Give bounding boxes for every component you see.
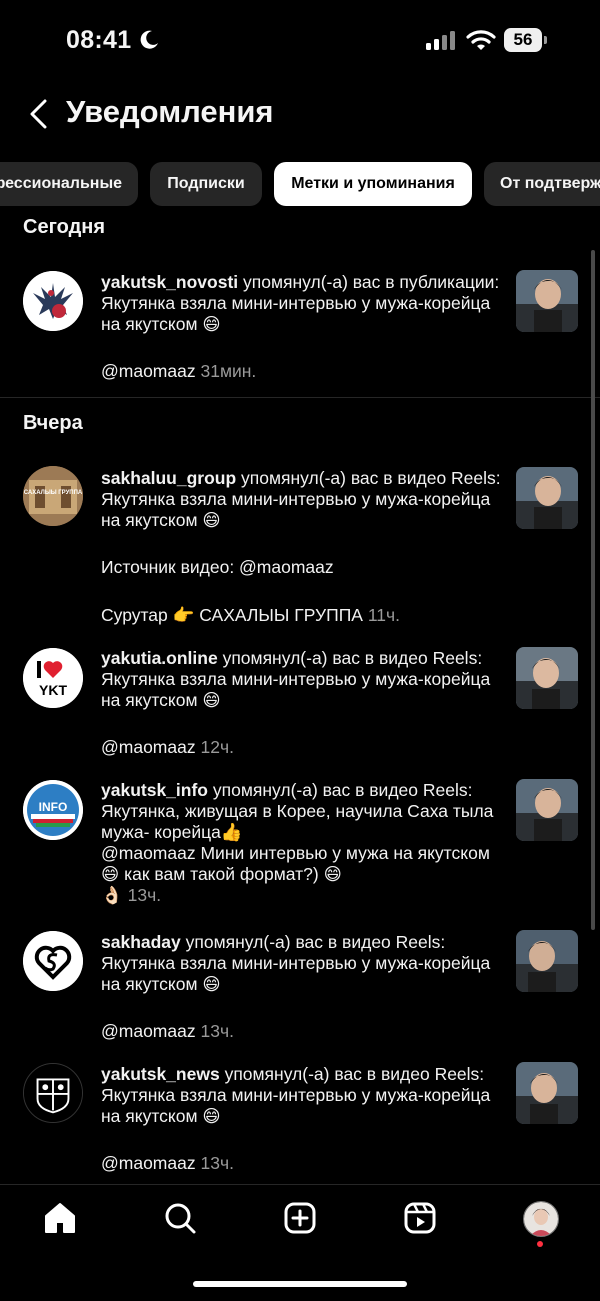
create-icon[interactable] — [283, 1201, 317, 1235]
scrollbar[interactable] — [591, 250, 595, 930]
chip-tags-mentions[interactable]: Метки и упоминания — [274, 162, 472, 206]
chip-label: Подписки — [167, 175, 245, 192]
cellular-signal-icon — [426, 31, 455, 50]
chip-label: Профессиональные — [0, 175, 122, 192]
emoji-line: 👌🏻 — [101, 885, 123, 905]
chip-professional[interactable]: Профессиональные — [0, 162, 138, 206]
group-logo-icon — [23, 466, 83, 526]
video-thumbnail-image — [516, 930, 578, 992]
mention[interactable]: @maomaaz — [101, 1021, 196, 1041]
username[interactable]: yakutsk_news — [101, 1064, 220, 1084]
section-yesterday: Вчера — [23, 412, 83, 434]
video-thumbnail-image — [516, 467, 578, 529]
video-thumbnail-image — [516, 1062, 578, 1124]
battery-tip — [544, 36, 547, 44]
chip-verified[interactable]: От подтвержденных — [484, 162, 600, 206]
notification-text: yakutsk_news упомянул(-а) вас в видео Re… — [101, 1064, 501, 1174]
heart-logo-icon — [23, 648, 83, 708]
battery-icon: 56 — [504, 28, 548, 52]
home-indicator[interactable] — [193, 1281, 407, 1287]
profile-avatar[interactable] — [523, 1201, 559, 1237]
video-thumbnail-image — [516, 270, 578, 332]
search-icon[interactable] — [163, 1201, 197, 1235]
profile-icon — [524, 1202, 558, 1236]
status-bar: 08:41 56 — [0, 0, 600, 80]
reels-icon[interactable] — [403, 1201, 437, 1235]
post-thumbnail[interactable] — [516, 647, 578, 709]
extra-line: @maomaaz Мини интервью у мужа на якутско… — [101, 843, 490, 884]
status-time: 08:41 — [66, 26, 132, 54]
eagle-logo-icon — [23, 271, 83, 331]
back-icon[interactable] — [26, 98, 52, 130]
news-logo-icon — [24, 1064, 82, 1122]
mention[interactable]: @maomaaz — [101, 361, 196, 381]
post-thumbnail[interactable] — [516, 1062, 578, 1124]
post-thumbnail[interactable] — [516, 930, 578, 992]
filter-chips: Профессиональные Подписки Метки и упомин… — [0, 162, 600, 208]
avatar[interactable]: САХАЛЫЫ ГРУППА — [23, 466, 83, 526]
timestamp: 13ч. — [127, 885, 162, 905]
avatar[interactable] — [23, 271, 83, 331]
page-title: Уведомления — [66, 94, 274, 129]
post-thumbnail[interactable] — [516, 779, 578, 841]
username[interactable]: sakhaluu_group — [101, 468, 236, 488]
timestamp: 11ч. — [367, 605, 401, 625]
avatar[interactable]: YKT — [23, 648, 83, 708]
avatar-label: INFO — [38, 800, 68, 814]
section-divider — [0, 397, 600, 398]
notification-text: yakutia.online упомянул(-а) вас в видео … — [101, 648, 501, 758]
avatar[interactable] — [23, 1063, 83, 1123]
notification-text: yakutsk_info упомянул(-а) вас в видео Re… — [101, 780, 501, 906]
mention[interactable]: @maomaaz — [101, 1153, 196, 1173]
notification-text: sakhaday упомянул(-а) вас в видео Reels:… — [101, 932, 501, 1042]
extra-line: Сурутар 👉 САХАЛЫЫ ГРУППА — [101, 605, 363, 625]
avatar[interactable]: INFO — [23, 780, 83, 840]
timestamp: 13ч. — [200, 1153, 234, 1173]
home-icon[interactable] — [43, 1201, 77, 1235]
timestamp: 12ч. — [200, 737, 234, 757]
username[interactable]: yakutia.online — [101, 648, 218, 668]
avatar[interactable] — [23, 931, 83, 991]
avatar-label: САХАЛЫЫ ГРУППА — [23, 490, 83, 496]
post-thumbnail[interactable] — [516, 467, 578, 529]
video-thumbnail-image — [516, 647, 578, 709]
mention[interactable]: @maomaaz — [101, 737, 196, 757]
sd-logo-icon — [23, 931, 83, 991]
section-today: Сегодня — [23, 216, 106, 238]
video-thumbnail-image — [516, 779, 578, 841]
chip-label: Метки и упоминания — [291, 175, 455, 192]
timestamp: 13ч. — [200, 1021, 234, 1041]
username[interactable]: yakutsk_info — [101, 780, 208, 800]
header: Уведомления — [0, 80, 600, 150]
username[interactable]: sakhaday — [101, 932, 181, 952]
moon-icon — [140, 30, 158, 49]
timestamp: 31мин. — [200, 361, 257, 381]
avatar-label: YKT — [39, 682, 67, 698]
chip-label: От подтвержденных — [500, 175, 600, 192]
notification-text: yakutsk_novosti упомянул(-а) вас в публи… — [101, 272, 501, 382]
wifi-icon — [466, 30, 496, 50]
notification-text: sakhaluu_group упомянул(-а) вас в видео … — [101, 468, 501, 626]
chip-subscriptions[interactable]: Подписки — [150, 162, 262, 206]
battery-level: 56 — [504, 28, 542, 52]
username[interactable]: yakutsk_novosti — [101, 272, 238, 292]
notification-dot — [537, 1241, 543, 1247]
source-line: Источник видео: @maomaaz — [101, 557, 334, 577]
post-thumbnail[interactable] — [516, 270, 578, 332]
